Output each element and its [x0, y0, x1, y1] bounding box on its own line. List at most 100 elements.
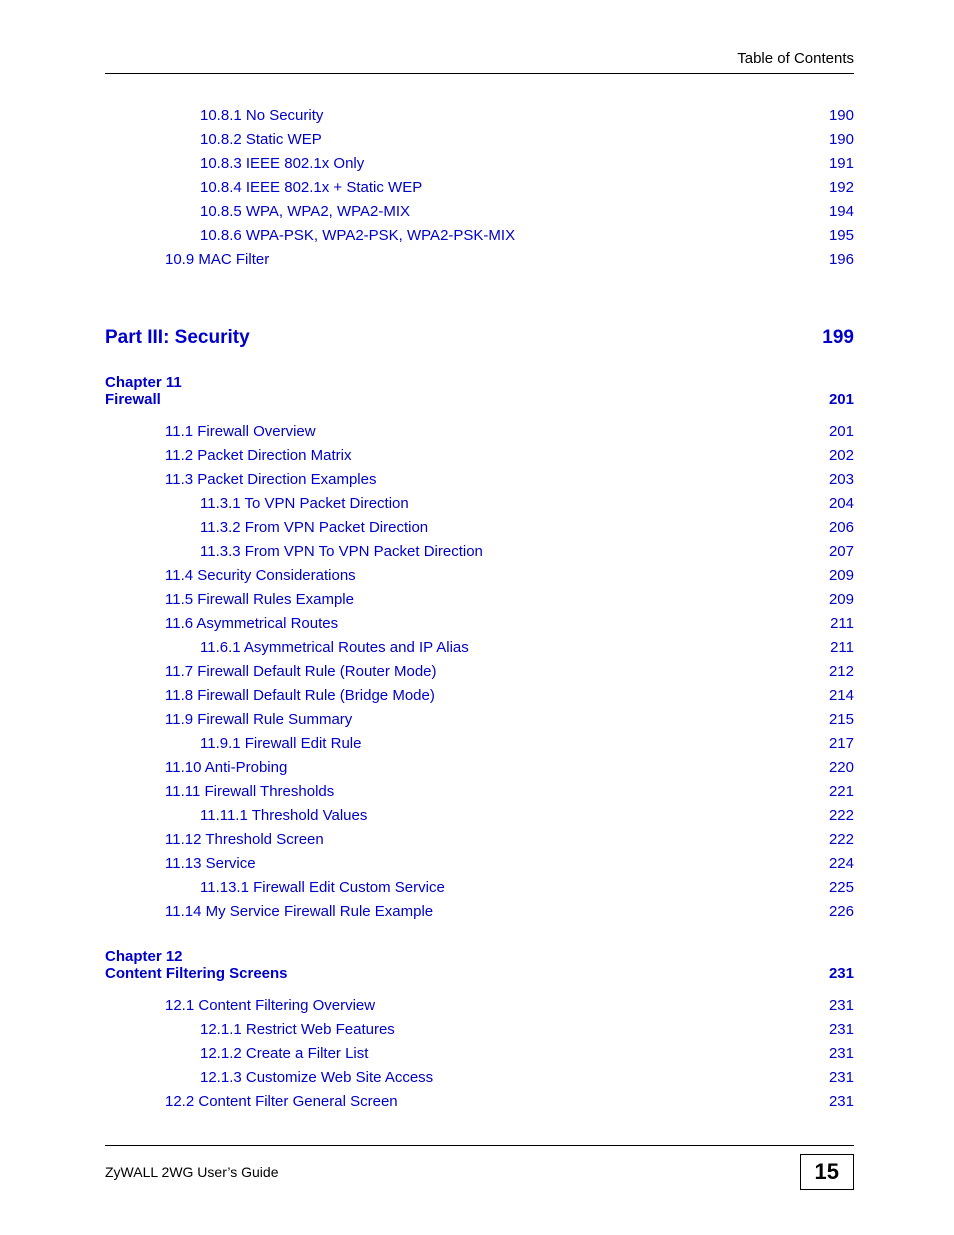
toc-pre-entries: 10.8.1 No Security19010.8.2 Static WEP19…: [105, 104, 854, 272]
toc-entry[interactable]: 11.14 My Service Firewall Rule Example22…: [105, 900, 854, 924]
toc-entry[interactable]: 11.12 Threshold Screen222: [105, 828, 854, 852]
toc-entry[interactable]: 11.3.2 From VPN Packet Direction 206: [105, 516, 854, 540]
toc-entry-page: 222: [829, 804, 854, 828]
toc-entry-page: 195: [829, 224, 854, 248]
toc-entry-page: 217: [829, 732, 854, 756]
part-page: 199: [822, 327, 854, 349]
toc-entry[interactable]: 10.8.6 WPA-PSK, WPA2-PSK, WPA2-PSK-MIX 19…: [105, 224, 854, 248]
toc-entry-title: 11.11 Firewall Thresholds: [165, 780, 334, 804]
toc-entry-page: 191: [829, 152, 854, 176]
chapter-label[interactable]: Chapter 12: [105, 948, 854, 965]
chapter-heading[interactable]: Firewall 201: [105, 391, 854, 408]
toc-entry[interactable]: 11.11 Firewall Thresholds 221: [105, 780, 854, 804]
chapter-page: 231: [829, 965, 854, 982]
toc-entry-page: 211: [830, 636, 854, 660]
toc-entry[interactable]: 11.11.1 Threshold Values 222: [105, 804, 854, 828]
toc-entry-title: 10.8.5 WPA, WPA2, WPA2-MIX: [200, 200, 410, 224]
toc-entry-title: 10.8.4 IEEE 802.1x + Static WEP: [200, 176, 422, 200]
toc-entry-title: 12.1.3 Customize Web Site Access: [200, 1066, 433, 1090]
toc-entry[interactable]: 12.1.3 Customize Web Site Access231: [105, 1066, 854, 1090]
toc-entry[interactable]: 11.1 Firewall Overview 201: [105, 420, 854, 444]
toc-entry[interactable]: 11.7 Firewall Default Rule (Router Mode)…: [105, 660, 854, 684]
part-title: Part III: Security: [105, 327, 250, 349]
toc-entry[interactable]: 10.8.5 WPA, WPA2, WPA2-MIX194: [105, 200, 854, 224]
toc-entry[interactable]: 11.13.1 Firewall Edit Custom Service225: [105, 876, 854, 900]
toc-entry-page: 209: [829, 564, 854, 588]
toc-entry-title: 10.8.6 WPA-PSK, WPA2-PSK, WPA2-PSK-MIX: [200, 224, 515, 248]
toc-entry-title: 11.9.1 Firewall Edit Rule: [200, 732, 361, 756]
toc-entry[interactable]: 11.6 Asymmetrical Routes211: [105, 612, 854, 636]
toc-entry[interactable]: 11.5 Firewall Rules Example 209: [105, 588, 854, 612]
toc-entry-title: 11.2 Packet Direction Matrix: [165, 444, 351, 468]
toc-entry[interactable]: 11.9 Firewall Rule Summary 215: [105, 708, 854, 732]
toc-entry[interactable]: 11.6.1 Asymmetrical Routes and IP Alias 2…: [105, 636, 854, 660]
chapter-title: Firewall: [105, 391, 161, 408]
header-title: Table of Contents: [105, 50, 854, 73]
toc-entry[interactable]: 10.8.2 Static WEP190: [105, 128, 854, 152]
toc-entry-page: 209: [829, 588, 854, 612]
toc-entry[interactable]: 11.3.3 From VPN To VPN Packet Direction 2…: [105, 540, 854, 564]
toc-entry[interactable]: 11.2 Packet Direction Matrix 202: [105, 444, 854, 468]
toc-entry-page: 214: [829, 684, 854, 708]
footer-page-number: 15: [800, 1154, 854, 1190]
toc-entry-title: 11.4 Security Considerations: [165, 564, 356, 588]
toc-entry-title: 11.10 Anti-Probing: [165, 756, 287, 780]
toc-entry-page: 207: [829, 540, 854, 564]
toc-entry[interactable]: 10.8.3 IEEE 802.1x Only191: [105, 152, 854, 176]
toc-entry-page: 202: [829, 444, 854, 468]
part-heading[interactable]: Part III: Security 199: [105, 327, 854, 349]
toc-entry[interactable]: 11.8 Firewall Default Rule (Bridge Mode)…: [105, 684, 854, 708]
toc-entry[interactable]: 11.3.1 To VPN Packet Direction204: [105, 492, 854, 516]
toc-entry-page: 231: [829, 994, 854, 1018]
toc-entry-title: 11.11.1 Threshold Values: [200, 804, 367, 828]
toc-entry-page: 224: [829, 852, 854, 876]
toc-entry-page: 231: [829, 1042, 854, 1066]
toc-entry-title: 10.8.1 No Security: [200, 104, 323, 128]
footer-guide-title: ZyWALL 2WG User’s Guide: [105, 1164, 279, 1180]
toc-entry-title: 11.6 Asymmetrical Routes: [165, 612, 338, 636]
toc-entry-page: 221: [829, 780, 854, 804]
header-rule: [105, 73, 854, 74]
toc-chapters: Chapter 11Firewall20111.1 Firewall Overv…: [105, 374, 854, 1132]
toc-entry[interactable]: 12.1.2 Create a Filter List 231: [105, 1042, 854, 1066]
toc-entry-title: 11.9 Firewall Rule Summary: [165, 708, 352, 732]
toc-entry-page: 212: [829, 660, 854, 684]
toc-entry[interactable]: 11.3 Packet Direction Examples203: [105, 468, 854, 492]
footer-rule: [105, 1145, 854, 1146]
chapter-label[interactable]: Chapter 11: [105, 374, 854, 391]
toc-entry-page: 204: [829, 492, 854, 516]
toc-entry[interactable]: 11.4 Security Considerations 209: [105, 564, 854, 588]
toc-entry[interactable]: 10.8.4 IEEE 802.1x + Static WEP 192: [105, 176, 854, 200]
chapter-heading[interactable]: Content Filtering Screens 231: [105, 965, 854, 982]
toc-entry[interactable]: 11.9.1 Firewall Edit Rule 217: [105, 732, 854, 756]
chapter-page: 201: [829, 391, 854, 408]
toc-entry-page: 231: [829, 1090, 854, 1114]
toc-entry[interactable]: 12.2 Content Filter General Screen231: [105, 1090, 854, 1114]
toc-entry-page: 226: [829, 900, 854, 924]
toc-entry-page: 222: [829, 828, 854, 852]
toc-entry-page: 225: [829, 876, 854, 900]
toc-entry-title: 11.3.3 From VPN To VPN Packet Direction: [200, 540, 483, 564]
toc-entry[interactable]: 10.8.1 No Security 190: [105, 104, 854, 128]
toc-entry-title: 10.8.2 Static WEP: [200, 128, 322, 152]
toc-entry-title: 11.5 Firewall Rules Example: [165, 588, 354, 612]
chapter-title: Content Filtering Screens: [105, 965, 288, 982]
page: Table of Contents 10.8.1 No Security1901…: [0, 0, 954, 1235]
toc-entry[interactable]: 12.1 Content Filtering Overview 231: [105, 994, 854, 1018]
toc-entry-title: 12.1.2 Create a Filter List: [200, 1042, 368, 1066]
toc-entry[interactable]: 11.10 Anti-Probing 220: [105, 756, 854, 780]
toc-entry-page: 201: [829, 420, 854, 444]
toc-entry[interactable]: 11.13 Service224: [105, 852, 854, 876]
toc-entry-page: 215: [829, 708, 854, 732]
toc-entry-title: 11.6.1 Asymmetrical Routes and IP Alias: [200, 636, 469, 660]
toc-entry-page: 206: [829, 516, 854, 540]
toc-entry-title: 11.3.2 From VPN Packet Direction: [200, 516, 428, 540]
toc-entry-title: 12.1 Content Filtering Overview: [165, 994, 375, 1018]
toc-entry-page: 192: [829, 176, 854, 200]
toc-entry-title: 11.1 Firewall Overview: [165, 420, 316, 444]
toc-entry-page: 231: [829, 1018, 854, 1042]
toc-entry-page: 190: [829, 104, 854, 128]
toc-entry[interactable]: 12.1.1 Restrict Web Features231: [105, 1018, 854, 1042]
toc-entry-page: 220: [829, 756, 854, 780]
toc-entry[interactable]: 10.9 MAC Filter196: [105, 248, 854, 272]
